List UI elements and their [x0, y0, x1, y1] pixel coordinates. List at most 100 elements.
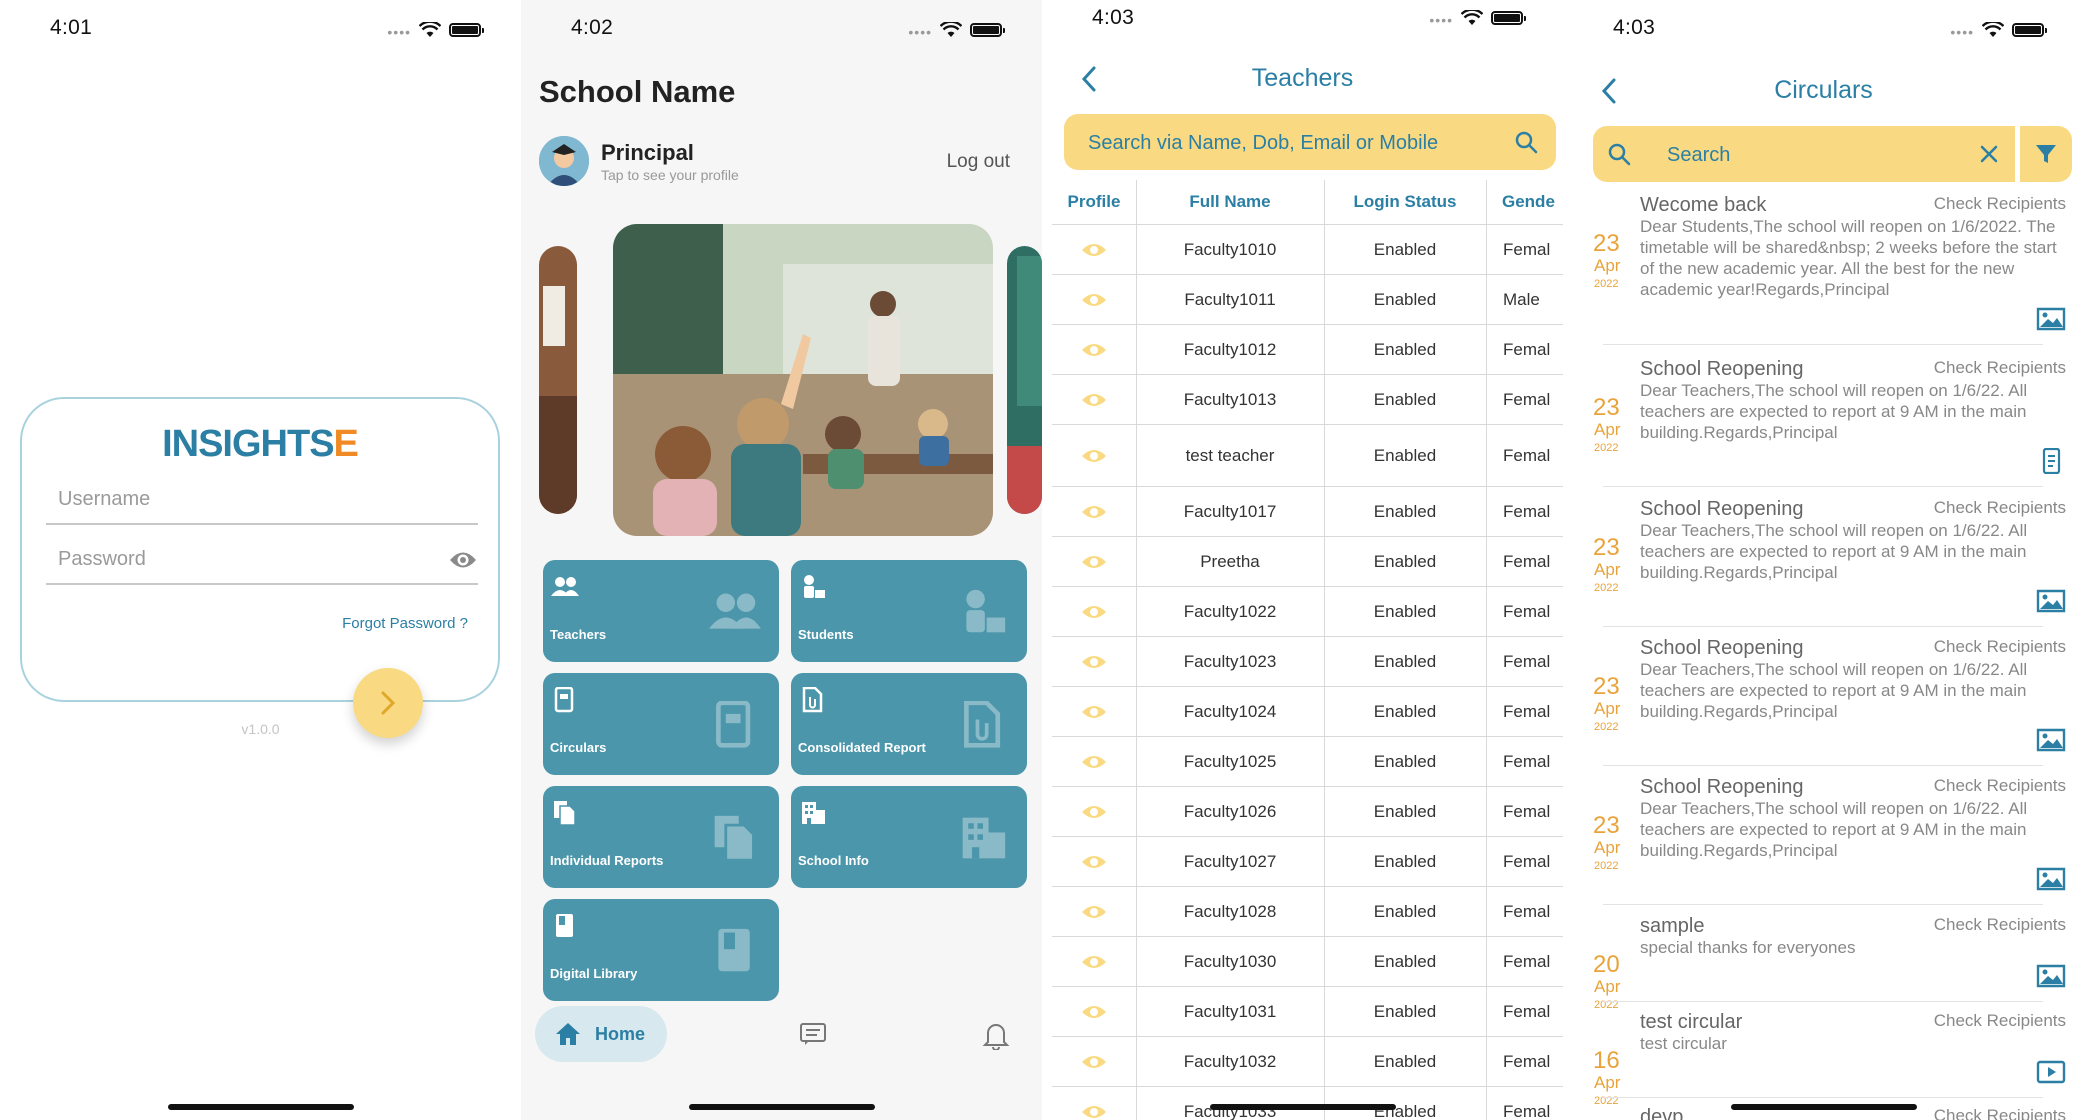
eye-icon[interactable] [1080, 853, 1108, 871]
search-icon[interactable] [1514, 130, 1538, 154]
tile-consolidated-report[interactable]: Consolidated Report [791, 673, 1027, 775]
eye-icon[interactable] [1080, 603, 1108, 621]
tile-circulars[interactable]: Circulars [543, 673, 779, 775]
circular-title: test circular [1640, 1011, 1743, 1033]
report-attach-icon [802, 687, 823, 713]
check-recipients-link[interactable]: Check Recipients [1934, 637, 2066, 657]
search-input[interactable] [1667, 140, 1947, 170]
check-recipients-link[interactable]: Check Recipients [1934, 1011, 2066, 1031]
table-row[interactable]: Faculty1017 Enabled Femal [1052, 486, 1563, 536]
eye-icon[interactable] [1080, 653, 1108, 671]
filter-button[interactable] [2020, 126, 2072, 182]
tile-students[interactable]: Students [791, 560, 1027, 662]
list-item[interactable]: 16devpCheck Recipients [1563, 1100, 2084, 1120]
eye-icon[interactable] [1080, 241, 1108, 259]
table-row[interactable]: Faculty1033 Enabled Femal [1052, 1086, 1563, 1120]
table-row[interactable]: Faculty1023 Enabled Femal [1052, 636, 1563, 686]
table-row[interactable]: Faculty1028 Enabled Femal [1052, 886, 1563, 936]
circular-month: Apr [1594, 838, 1621, 857]
list-item[interactable]: 16 Apr 2022 test circular Check Recipients te… [1563, 1005, 2084, 1107]
search-input[interactable] [1088, 128, 1488, 158]
eye-icon[interactable] [1080, 391, 1108, 409]
carousel-image[interactable] [613, 224, 993, 536]
table-row[interactable]: Faculty1032 Enabled Femal [1052, 1036, 1563, 1086]
bell-icon[interactable] [982, 1020, 1010, 1050]
eye-icon[interactable] [448, 549, 478, 571]
list-item[interactable]: 23 Apr 2022 School Reopening Check Recipient… [1563, 770, 2084, 908]
logout-button[interactable]: Log out [947, 151, 1010, 173]
book-icon [718, 928, 750, 972]
search-bar[interactable] [1593, 126, 2015, 182]
table-row[interactable]: Faculty1013 Enabled Femal [1052, 374, 1563, 424]
list-item[interactable]: 23 Apr 2022 School Reopening Check Recipient… [1563, 492, 2084, 630]
image-icon[interactable] [2036, 963, 2066, 989]
eye-icon[interactable] [1080, 1003, 1108, 1021]
image-icon[interactable] [2036, 588, 2066, 614]
eye-icon[interactable] [1080, 903, 1108, 921]
table-row[interactable]: Faculty1012 Enabled Femal [1052, 324, 1563, 374]
eye-icon[interactable] [1080, 753, 1108, 771]
image-icon[interactable] [2036, 727, 2066, 753]
eye-icon[interactable] [1080, 1053, 1108, 1071]
table-row[interactable]: Preetha Enabled Femal [1052, 536, 1563, 586]
eye-icon[interactable] [1080, 953, 1108, 971]
login-status: Enabled [1373, 290, 1437, 309]
password-input[interactable] [46, 535, 478, 583]
check-recipients-link[interactable]: Check Recipients [1934, 776, 2066, 796]
check-recipients-link[interactable]: Check Recipients [1934, 498, 2066, 518]
list-item[interactable]: 23 Apr 2022 School Reopening Check Recipient… [1563, 631, 2084, 769]
table-row[interactable]: Faculty1027 Enabled Femal [1052, 836, 1563, 886]
table-row[interactable]: Faculty1011 Enabled Male [1052, 274, 1563, 324]
page-title: Teachers [1251, 64, 1354, 92]
chat-icon[interactable] [799, 1022, 827, 1046]
check-recipients-link[interactable]: Check Recipients [1934, 194, 2066, 214]
check-recipients-link[interactable]: Check Recipients [1934, 915, 2066, 935]
table-row[interactable]: Faculty1031 Enabled Femal [1052, 986, 1563, 1036]
tile-individual-reports[interactable]: Individual Reports [543, 786, 779, 888]
table-row[interactable]: Faculty1025 Enabled Femal [1052, 736, 1563, 786]
column-header[interactable]: Login Status [1324, 192, 1486, 212]
eye-icon[interactable] [1080, 447, 1108, 465]
image-icon[interactable] [2036, 306, 2066, 332]
tile-teachers[interactable]: Teachers [543, 560, 779, 662]
table-row[interactable]: Faculty1010 Enabled Femal [1052, 224, 1563, 274]
eye-icon[interactable] [1080, 803, 1108, 821]
tile-digital-library[interactable]: Digital Library [543, 899, 779, 1001]
eye-icon[interactable] [1080, 291, 1108, 309]
table-row[interactable]: Faculty1030 Enabled Femal [1052, 936, 1563, 986]
list-item[interactable]: 23 Apr 2022 School Reopening Check Recipient… [1563, 352, 2084, 490]
eye-icon[interactable] [1080, 503, 1108, 521]
column-header[interactable]: Full Name [1136, 192, 1324, 212]
eye-icon[interactable] [1080, 341, 1108, 359]
profile-role[interactable]: Principal [601, 140, 694, 166]
close-icon[interactable] [1979, 144, 1999, 164]
search-bar[interactable] [1064, 114, 1556, 170]
teacher-gender: Femal [1503, 752, 1551, 771]
video-icon[interactable] [2036, 1059, 2066, 1085]
username-field[interactable] [46, 475, 478, 525]
eye-icon[interactable] [1080, 553, 1108, 571]
tile-school-info[interactable]: School Info [791, 786, 1027, 888]
list-item[interactable]: 20 Apr 2022 sample Check Recipients special t… [1563, 909, 2084, 1011]
nav-home[interactable]: Home [535, 1006, 667, 1062]
table-row[interactable]: Faculty1022 Enabled Femal [1052, 586, 1563, 636]
check-recipients-link[interactable]: Check Recipients [1934, 358, 2066, 378]
password-field[interactable] [46, 535, 478, 585]
carousel-next-image[interactable] [1007, 246, 1042, 514]
username-input[interactable] [46, 475, 478, 523]
avatar[interactable] [539, 136, 589, 186]
document-icon[interactable] [2036, 448, 2066, 474]
table-row[interactable]: test teacher Enabled Femal [1052, 424, 1563, 486]
status-time: 4:01 [50, 16, 93, 39]
table-row[interactable]: Faculty1024 Enabled Femal [1052, 686, 1563, 736]
eye-icon[interactable] [1080, 1103, 1108, 1120]
column-header[interactable]: Profile [1052, 192, 1136, 212]
column-header[interactable]: Gende [1486, 192, 1563, 212]
eye-icon[interactable] [1080, 703, 1108, 721]
carousel-prev-image[interactable] [539, 246, 577, 514]
check-recipients-link[interactable]: Check Recipients [1934, 1106, 2066, 1120]
image-icon[interactable] [2036, 866, 2066, 892]
table-row[interactable]: Faculty1026 Enabled Femal [1052, 786, 1563, 836]
list-item[interactable]: 23 Apr 2022 Wecome back Check Recipients Dear… [1563, 188, 2084, 348]
forgot-password-link[interactable]: Forgot Password ? [342, 615, 468, 632]
